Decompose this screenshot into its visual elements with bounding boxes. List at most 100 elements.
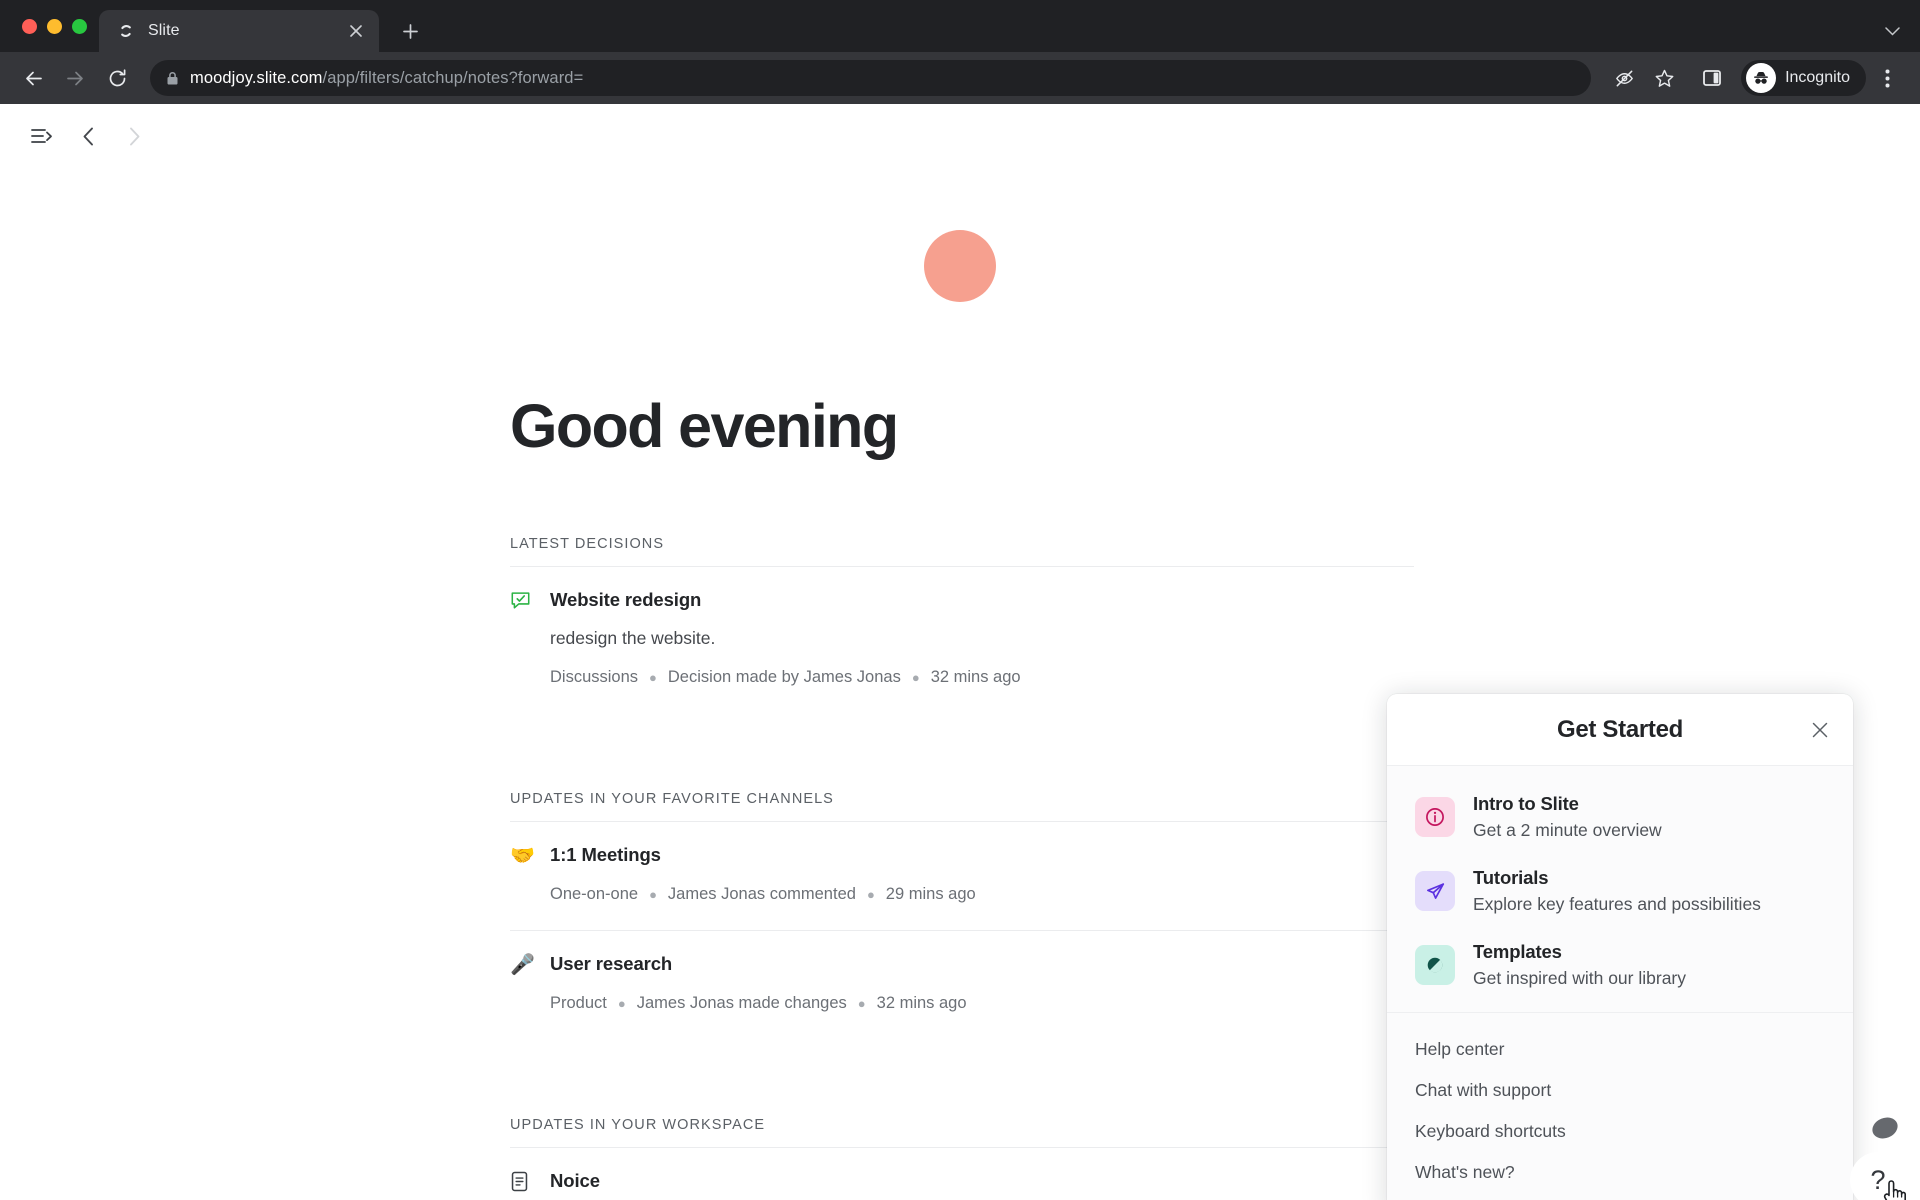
get-started-item-text: Tutorials Explore key features and possi… — [1473, 867, 1761, 915]
feed-item-action: Decision made by James Jonas — [667, 668, 901, 687]
meta-separator: ● — [911, 670, 920, 686]
tab-title: Slite — [148, 22, 180, 39]
incognito-hat-icon — [1746, 63, 1777, 93]
get-started-links: Help center Chat with support Keyboard s… — [1387, 1013, 1853, 1200]
feed-item-website-redesign[interactable]: Website redesign redesign the website. D… — [510, 567, 1414, 713]
browser-toolbar: moodjoy.slite.com/app/filters/catchup/no… — [0, 52, 1920, 104]
tab-strip: Slite — [0, 0, 1920, 52]
feed-item-noice[interactable]: Noice Product ● James Jonas created this… — [510, 1148, 1414, 1200]
link-chat-with-support[interactable]: Chat with support — [1387, 1070, 1853, 1111]
feed-item-excerpt: redesign the website. — [550, 628, 716, 649]
eye-slash-icon[interactable] — [1605, 59, 1643, 97]
side-panel-icon[interactable] — [1693, 59, 1731, 97]
link-keyboard-shortcuts[interactable]: Keyboard shortcuts — [1387, 1111, 1853, 1152]
microphone-emoji: 🎤 — [510, 954, 535, 977]
feed-item-meta: Discussions ● Decision made by James Jon… — [550, 668, 1414, 687]
new-tab-button[interactable] — [393, 14, 427, 48]
browser-tab[interactable]: Slite — [99, 10, 379, 52]
url-text: moodjoy.slite.com/app/filters/catchup/no… — [190, 69, 583, 88]
slite-favicon — [117, 22, 135, 40]
link-whats-new[interactable]: What's new? — [1387, 1152, 1853, 1193]
minimize-window-button[interactable] — [47, 18, 62, 34]
star-icon[interactable] — [1645, 59, 1683, 97]
get-started-item-text: Templates Get inspired with our library — [1473, 941, 1686, 989]
get-started-item-title: Templates — [1473, 941, 1562, 962]
close-tab-button[interactable] — [345, 20, 367, 42]
feed-item-body: Noice Product ● James Jonas created this… — [550, 1170, 1414, 1200]
document-icon — [510, 1170, 550, 1200]
feed-item-body: 1:1 Meetings One-on-one ● James Jonas co… — [550, 844, 1414, 904]
feed-item-action: James Jonas made changes — [636, 994, 847, 1013]
app-forward-button[interactable] — [114, 116, 154, 156]
close-window-button[interactable] — [22, 18, 37, 34]
section-label-latest-decisions: LATEST DECISIONS — [510, 536, 665, 553]
feed-item-time: 32 mins ago — [930, 668, 1021, 687]
url-path: /app/filters/catchup/notes?forward= — [322, 68, 584, 87]
get-started-item-templates[interactable]: Templates Get inspired with our library — [1387, 928, 1853, 1002]
page-title: Good evening — [510, 392, 899, 460]
get-started-item-intro[interactable]: Intro to Slite Get a 2 minute overview — [1387, 780, 1853, 854]
meta-separator: ● — [866, 887, 875, 903]
lock-icon — [166, 71, 179, 86]
get-started-item-title: Intro to Slite — [1473, 793, 1579, 814]
microphone-emoji-icon: 🎤 — [510, 953, 550, 1013]
catchup-content: Good evening LATEST DECISIONS Website re… — [506, 394, 1414, 1200]
window-controls — [14, 0, 99, 52]
page-viewport: Good evening LATEST DECISIONS Website re… — [0, 104, 1920, 1200]
workspace-avatar[interactable] — [924, 230, 996, 302]
get-started-item-tutorials[interactable]: Tutorials Explore key features and possi… — [1387, 854, 1853, 928]
sidebar-expand-icon[interactable] — [22, 116, 62, 156]
feed-item-meta: Product ● James Jonas made changes ● 32 … — [550, 994, 1414, 1013]
profile-chip[interactable]: Incognito — [1741, 60, 1866, 96]
three-dots-vertical-icon[interactable] — [1868, 59, 1906, 97]
get-started-item-subtitle: Get a 2 minute overview — [1473, 820, 1662, 840]
handshake-emoji: 🤝 — [510, 845, 535, 868]
meta-separator: ● — [857, 996, 866, 1012]
feed-item-time: 32 mins ago — [876, 994, 967, 1013]
address-bar[interactable]: moodjoy.slite.com/app/filters/catchup/no… — [150, 60, 1592, 96]
meta-separator: ● — [649, 887, 657, 903]
close-icon[interactable] — [1805, 715, 1835, 745]
profile-label: Incognito — [1785, 69, 1850, 86]
get-started-panel: Get Started Intro to Slite Get a 2 minut… — [1387, 694, 1853, 1200]
get-started-item-text: Intro to Slite Get a 2 minute overview — [1473, 793, 1662, 841]
feed-item-body: User research Product ● James Jonas made… — [550, 953, 1414, 1013]
meta-separator: ● — [617, 996, 626, 1012]
get-started-items: Intro to Slite Get a 2 minute overview T… — [1387, 766, 1853, 1013]
feed-item-time: 29 mins ago — [885, 885, 976, 904]
mouse-cursor-pointer — [1880, 1179, 1910, 1200]
section-label-favorite-channels: UPDATES IN YOUR FAVORITE CHANNELS — [510, 791, 834, 808]
decision-bubble-icon — [510, 589, 550, 687]
url-host: moodjoy.slite.com — [190, 68, 323, 87]
feed-item-1-1-meetings[interactable]: 🤝 1:1 Meetings One-on-one ● James Jonas … — [510, 822, 1414, 930]
handshake-emoji-icon: 🤝 — [510, 844, 550, 904]
get-started-item-title: Tutorials — [1473, 867, 1549, 888]
feed-item-title: 1:1 Meetings — [550, 844, 661, 866]
browser-window: Slite moodjoy.slite.com/app/filters/catc… — [0, 0, 1920, 1200]
feed-item-action: James Jonas commented — [667, 885, 856, 904]
feed-item-title: User research — [550, 953, 673, 975]
back-button[interactable] — [14, 59, 52, 97]
feed-item-user-research[interactable]: 🎤 User research Product ● James Jonas ma… — [510, 931, 1414, 1039]
reload-button[interactable] — [98, 59, 136, 97]
feed-item-channel: Product — [550, 994, 607, 1013]
paper-plane-icon — [1415, 871, 1455, 911]
get-started-item-subtitle: Get inspired with our library — [1473, 968, 1686, 988]
get-started-title: Get Started — [1556, 715, 1684, 743]
get-started-item-subtitle: Explore key features and possibilities — [1473, 894, 1761, 914]
template-circle-icon — [1415, 945, 1455, 985]
maximize-window-button[interactable] — [72, 18, 87, 34]
feed-item-channel: Discussions — [550, 668, 639, 687]
chevron-down-icon[interactable] — [1872, 10, 1912, 52]
section-label-workspace: UPDATES IN YOUR WORKSPACE — [510, 1117, 766, 1134]
feed-item-body: Website redesign redesign the website. D… — [550, 589, 1414, 687]
app-back-button[interactable] — [68, 116, 108, 156]
feed-item-channel: One-on-one — [550, 885, 639, 904]
forward-button[interactable] — [56, 59, 94, 97]
link-help-center[interactable]: Help center — [1387, 1029, 1853, 1070]
meta-separator: ● — [649, 670, 657, 686]
get-started-header: Get Started — [1387, 694, 1853, 766]
app-topbar — [0, 104, 1920, 168]
info-circle-icon — [1415, 797, 1455, 837]
feed-item-title: Noice — [550, 1170, 600, 1192]
